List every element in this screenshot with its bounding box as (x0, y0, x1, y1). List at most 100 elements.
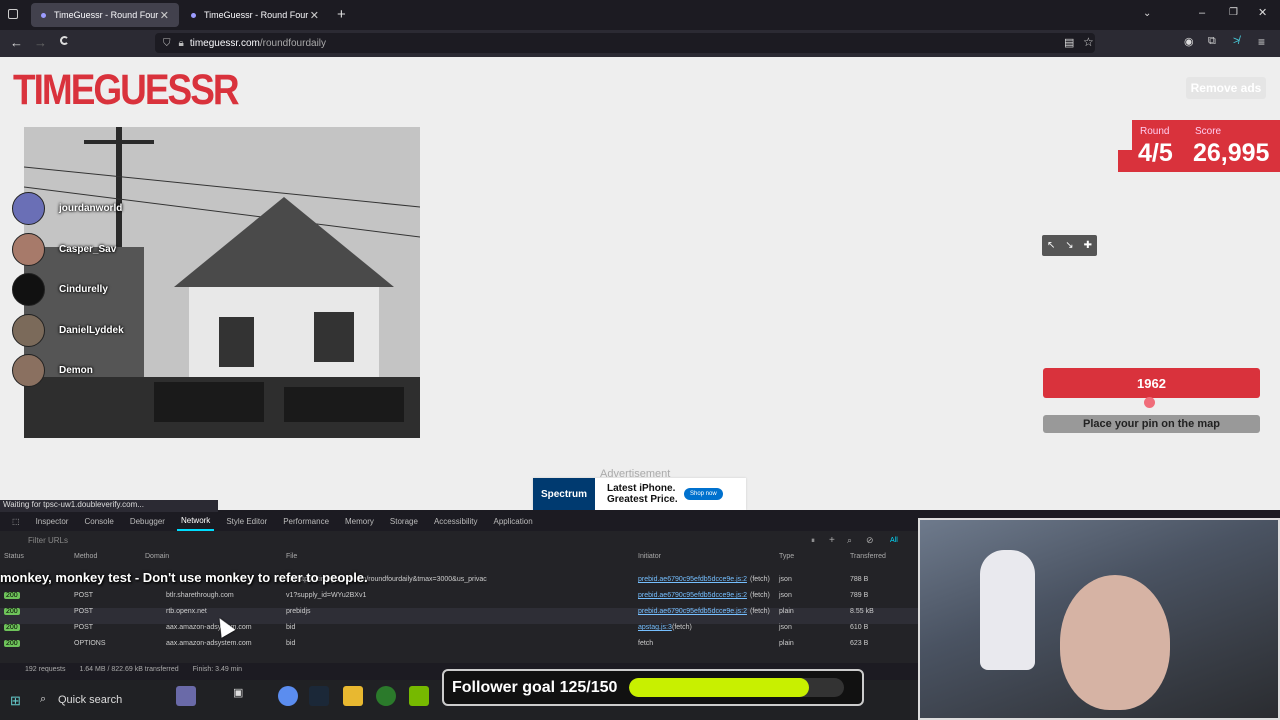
restore-icon[interactable]: ❐ (1229, 7, 1238, 18)
window-close-icon[interactable]: ✕ (1258, 6, 1267, 19)
chevron-down-icon[interactable]: ⌄ (1143, 8, 1151, 19)
tab-style-editor[interactable]: Style Editor (222, 512, 271, 531)
col-type[interactable]: Type (779, 553, 794, 560)
place-pin-button[interactable]: Place your pin on the map (1043, 415, 1260, 433)
search-icon[interactable]: ⌕ (847, 535, 852, 546)
col-initiator[interactable]: Initiator (638, 553, 661, 560)
add-icon[interactable]: + (829, 535, 835, 546)
col-status[interactable]: Status (4, 553, 24, 560)
fullscreen-icon[interactable]: ✚ (1084, 240, 1092, 251)
minimize-icon[interactable]: – (1199, 7, 1205, 19)
ad-shop-button[interactable]: Shop now (684, 488, 723, 500)
task-view-icon[interactable]: ▣ (233, 686, 253, 706)
row-type: plain (779, 608, 794, 615)
taskbar-search[interactable]: ⌕ Quick search (36, 688, 166, 712)
timeguessr-logo[interactable]: TIMEGUESSR (13, 66, 240, 114)
account-icon[interactable]: ◉ (1184, 35, 1194, 48)
tab-console[interactable]: Console (80, 512, 117, 531)
file-explorer-icon[interactable] (343, 686, 363, 706)
row-type: json (779, 576, 792, 583)
zoom-out-icon[interactable]: ↘ (1065, 240, 1073, 251)
follower-goal-widget: Follower goal 125/150 (442, 669, 864, 706)
xbox-icon[interactable] (376, 686, 396, 706)
col-method[interactable]: Method (74, 553, 97, 560)
tab-debugger[interactable]: Debugger (126, 512, 169, 531)
ad-text: Latest iPhone. Greatest Price. (607, 483, 678, 505)
extensions-icon[interactable]: ⧉ (1208, 35, 1216, 48)
row-method: POST (74, 608, 94, 615)
streamer-name: Demon (59, 365, 93, 376)
streamer-item: Casper_Sav (12, 233, 116, 266)
row-transferred: 789 B (850, 592, 869, 599)
streamer-name: jourdanworld (59, 203, 123, 214)
bookmark-star-icon[interactable]: ☆ (1083, 35, 1094, 49)
pick-element-icon[interactable]: ⬚ (8, 512, 24, 531)
year-slider[interactable] (1043, 397, 1260, 408)
url-domain: timeguessr.com (189, 37, 260, 49)
col-file[interactable]: File (286, 553, 297, 560)
chat-message-overlay: monkey, monkey test - Don't use monkey t… (0, 570, 368, 585)
streamer-item: DanielLyddek (12, 314, 124, 347)
forward-icon[interactable]: → (34, 35, 47, 50)
widgets-icon[interactable] (176, 686, 196, 706)
row-transferred: 623 B (850, 640, 869, 647)
table-row[interactable]: 200 OPTIONS aax.amazon-adsystem.com bid … (0, 640, 918, 656)
row-file: bid (286, 624, 296, 631)
extension-icon[interactable]: ≯ (1233, 35, 1239, 47)
row-initiator[interactable]: apstag.js:3 (638, 624, 672, 631)
tab-network[interactable]: Network (176, 512, 215, 531)
tab-inactive[interactable]: TimeGuessr - Round Four ✕ (181, 3, 329, 27)
row-initiator[interactable]: prebid.ae6790c95efdb5dcce9e.js:2 (638, 576, 747, 583)
streamer-item: Cindurelly (12, 273, 108, 306)
row-method: POST (74, 624, 94, 631)
avatar (12, 273, 45, 306)
col-transferred[interactable]: Transferred (850, 553, 886, 560)
status-bar: Waiting for tpsc-uw1.doubleverify.com... (0, 500, 218, 512)
block-icon[interactable]: ⊘ (866, 535, 874, 546)
url-path: /roundfourdaily (259, 37, 327, 49)
menu-icon[interactable]: ≡ (1258, 35, 1265, 49)
remove-ads-button[interactable]: Remove ads (1186, 77, 1266, 99)
close-icon[interactable]: ✕ (160, 9, 169, 22)
filter-all-button[interactable]: All (890, 537, 898, 544)
tab-application[interactable]: Application (490, 512, 537, 531)
ad-banner[interactable]: Spectrum Latest iPhone. Greatest Price. … (533, 478, 746, 510)
steam-icon[interactable] (309, 686, 329, 706)
score-value: 26,995 (1193, 139, 1270, 167)
back-icon[interactable]: ← (10, 35, 23, 50)
row-transferred: 610 B (850, 624, 869, 631)
pause-icon[interactable]: ⏸ (811, 536, 815, 546)
tab-accessibility[interactable]: Accessibility (430, 512, 482, 531)
tab-storage[interactable]: Storage (386, 512, 422, 531)
windows-start-icon[interactable]: ⊞ (10, 693, 21, 709)
tab-inspector[interactable]: Inspector (32, 512, 73, 531)
year-slider-knob[interactable] (1144, 397, 1156, 408)
row-initiator[interactable]: prebid.ae6790c95efdb5dcce9e.js:2 (638, 592, 747, 599)
zoom-in-icon[interactable]: ↖ (1047, 240, 1055, 251)
table-row[interactable]: 200 POST btlr.sharethrough.com v1?supply… (0, 592, 918, 608)
loading-icon[interactable] (60, 36, 69, 45)
filter-urls-input[interactable]: Filter URLs (0, 532, 918, 549)
tab-list-icon[interactable] (8, 9, 18, 19)
follower-goal-label: Follower goal 125/150 (452, 678, 618, 696)
table-row[interactable]: 200 POST aax.amazon-adsystem.com bid aps… (0, 624, 918, 640)
copilot-icon[interactable] (278, 686, 298, 706)
tab-active[interactable]: TimeGuessr - Round Four ✕ (31, 3, 179, 27)
table-row[interactable]: 200 POST rtb.openx.net prebidjs prebid.a… (0, 608, 918, 624)
map-tools[interactable]: ↖ ↘ ✚ (1042, 235, 1097, 256)
reader-icon[interactable]: ▤ (1064, 36, 1074, 49)
streamer-name: Casper_Sav (59, 244, 117, 255)
address-bar[interactable]: ⛉ 🔒︎ timeguessr.com/roundfourdaily (155, 33, 1095, 53)
col-domain[interactable]: Domain (145, 553, 169, 560)
nvidia-icon[interactable] (409, 686, 429, 706)
avatar (12, 192, 45, 225)
tab-performance[interactable]: Performance (279, 512, 333, 531)
close-icon[interactable]: ✕ (310, 9, 319, 22)
new-tab-icon[interactable]: + (337, 6, 346, 23)
row-initiator[interactable]: prebid.ae6790c95efdb5dcce9e.js:2 (638, 608, 747, 615)
follower-goal-bar (629, 678, 845, 697)
row-status: 200 (4, 640, 20, 647)
finish-time: Finish: 3.49 min (192, 666, 243, 673)
devtools-tabs: ⬚ Inspector Console Debugger Network Sty… (0, 512, 918, 531)
tab-memory[interactable]: Memory (341, 512, 378, 531)
